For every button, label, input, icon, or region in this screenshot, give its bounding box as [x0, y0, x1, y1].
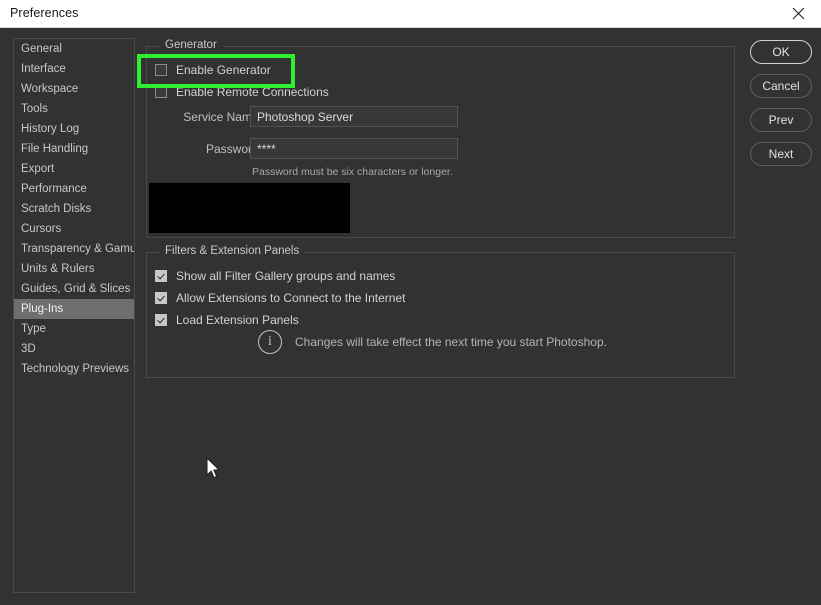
sidebar-item-transparency-gamut[interactable]: Transparency & Gamut — [14, 239, 134, 259]
sidebar-item-interface[interactable]: Interface — [14, 59, 134, 79]
sidebar-item-label: Cursors — [21, 223, 62, 235]
password-hint: Password must be six characters or longe… — [252, 166, 453, 178]
enable-remote-connections-checkbox-row[interactable]: Enable Remote Connections — [155, 85, 329, 99]
sidebar-item-performance[interactable]: Performance — [14, 179, 134, 199]
sidebar-item-export[interactable]: Export — [14, 159, 134, 179]
sidebar-item-type[interactable]: Type — [14, 319, 134, 339]
sidebar-item-label: Workspace — [21, 83, 79, 95]
sidebar-item-label: 3D — [21, 343, 36, 355]
preferences-dialog: Preferences General Interface Workspace Too… — [0, 0, 821, 605]
sidebar-item-general[interactable]: General — [14, 39, 134, 59]
allow-extensions-internet-checkbox[interactable] — [155, 292, 167, 304]
sidebar-item-3d[interactable]: 3D — [14, 339, 134, 359]
redacted-block — [149, 183, 350, 233]
show-filter-gallery-checkbox-row[interactable]: Show all Filter Gallery groups and names — [155, 269, 395, 283]
close-window-button[interactable] — [775, 0, 821, 27]
enable-generator-checkbox-row[interactable]: Enable Generator — [155, 63, 271, 77]
sidebar-item-label: General — [21, 43, 62, 55]
enable-generator-checkbox[interactable] — [155, 64, 167, 76]
enable-remote-connections-checkbox[interactable] — [155, 86, 167, 98]
password-label: Password: — [205, 142, 262, 156]
service-name-label: Service Name: — [183, 110, 262, 124]
sidebar-item-label: Type — [21, 323, 46, 335]
sidebar-item-scratch-disks[interactable]: Scratch Disks — [14, 199, 134, 219]
sidebar-item-cursors[interactable]: Cursors — [14, 219, 134, 239]
sidebar-item-file-handling[interactable]: File Handling — [14, 139, 134, 159]
title-bar: Preferences — [0, 0, 821, 28]
enable-remote-connections-label: Enable Remote Connections — [176, 85, 329, 99]
sidebar-item-label: History Log — [21, 123, 80, 135]
sidebar-item-tools[interactable]: Tools — [14, 99, 134, 119]
sidebar-item-label: Guides, Grid & Slices — [21, 283, 131, 295]
sidebar-item-label: Tools — [21, 103, 48, 115]
sidebar-item-label: Technology Previews — [21, 363, 130, 375]
sidebar-item-label: Interface — [21, 63, 66, 75]
show-filter-gallery-checkbox[interactable] — [155, 270, 167, 282]
sidebar-item-label: Units & Rulers — [21, 263, 95, 275]
load-extension-panels-label: Load Extension Panels — [176, 313, 299, 327]
preferences-category-list[interactable]: General Interface Workspace Tools History Lo… — [13, 38, 135, 593]
sidebar-item-label: Transparency & Gamut — [21, 243, 135, 255]
ok-button[interactable]: OK — [750, 40, 812, 64]
generator-group-title: Generator — [159, 39, 223, 51]
sidebar-item-technology-previews[interactable]: Technology Previews — [14, 359, 134, 379]
load-extension-panels-checkbox-row[interactable]: Load Extension Panels — [155, 313, 299, 327]
sidebar-item-plug-ins[interactable]: Plug-Ins — [14, 299, 134, 319]
sidebar-item-workspace[interactable]: Workspace — [14, 79, 134, 99]
sidebar-item-label: File Handling — [21, 143, 89, 155]
prev-button[interactable]: Prev — [750, 108, 812, 132]
service-name-input[interactable] — [250, 106, 458, 127]
cancel-button[interactable]: Cancel — [750, 74, 812, 98]
info-circle-icon: i — [258, 330, 282, 354]
sidebar-item-label: Performance — [21, 183, 87, 195]
sidebar-item-guides-grid-slices[interactable]: Guides, Grid & Slices — [14, 279, 134, 299]
sidebar-item-label: Plug-Ins — [21, 303, 64, 315]
sidebar-item-label: Export — [21, 163, 55, 175]
show-filter-gallery-label: Show all Filter Gallery groups and names — [176, 269, 396, 283]
sidebar-item-units-rulers[interactable]: Units & Rulers — [14, 259, 134, 279]
restart-note: Changes will take effect the next time y… — [295, 335, 607, 349]
sidebar-item-history-log[interactable]: History Log — [14, 119, 134, 139]
filters-group-title: Filters & Extension Panels — [159, 245, 306, 257]
load-extension-panels-checkbox[interactable] — [155, 314, 167, 326]
allow-extensions-internet-label: Allow Extensions to Connect to the Inter… — [176, 291, 406, 305]
allow-extensions-internet-checkbox-row[interactable]: Allow Extensions to Connect to the Inter… — [155, 291, 405, 305]
close-x-icon — [792, 7, 804, 20]
sidebar-item-label: Scratch Disks — [21, 203, 92, 215]
password-input[interactable] — [250, 138, 458, 159]
enable-generator-label: Enable Generator — [176, 63, 271, 77]
mouse-cursor — [206, 457, 221, 479]
next-button[interactable]: Next — [750, 142, 812, 166]
window-title: Preferences — [10, 6, 79, 20]
